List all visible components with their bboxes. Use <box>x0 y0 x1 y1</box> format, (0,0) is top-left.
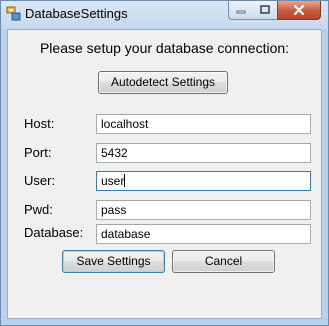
user-input[interactable]: user <box>96 171 311 191</box>
save-settings-button[interactable]: Save Settings <box>62 250 165 273</box>
host-input[interactable]: localhost <box>96 114 311 134</box>
database-app-icon <box>6 6 21 21</box>
title-bar[interactable]: DatabaseSettings <box>1 1 328 29</box>
database-label: Database: <box>24 225 84 240</box>
setup-heading: Please setup your database connection: <box>39 40 290 56</box>
text-caret <box>124 174 126 187</box>
maximize-button[interactable] <box>253 1 278 20</box>
port-value: 5432 <box>101 146 128 160</box>
cancel-button[interactable]: Cancel <box>172 250 275 273</box>
close-icon <box>293 5 305 15</box>
maximize-icon <box>260 5 270 14</box>
pwd-input[interactable]: pass <box>96 200 311 220</box>
window-title: DatabaseSettings <box>25 6 128 21</box>
user-label: User: <box>24 173 56 188</box>
database-input[interactable]: database <box>96 224 311 244</box>
minimize-icon <box>236 10 246 14</box>
form-body: Please setup your database connection: A… <box>7 29 322 319</box>
pwd-label: Pwd: <box>24 202 53 217</box>
host-label: Host: <box>24 116 55 131</box>
user-value: user <box>101 174 125 188</box>
database-value: database <box>101 227 151 241</box>
port-input[interactable]: 5432 <box>96 143 311 163</box>
host-value: localhost <box>101 117 149 131</box>
pwd-value: pass <box>101 203 127 217</box>
database-settings-window: DatabaseSettings Please setup your datab… <box>0 0 329 326</box>
minimize-button[interactable] <box>228 1 254 20</box>
autodetect-settings-button[interactable]: Autodetect Settings <box>98 71 228 94</box>
close-button[interactable] <box>277 1 321 20</box>
port-label: Port: <box>24 145 52 160</box>
